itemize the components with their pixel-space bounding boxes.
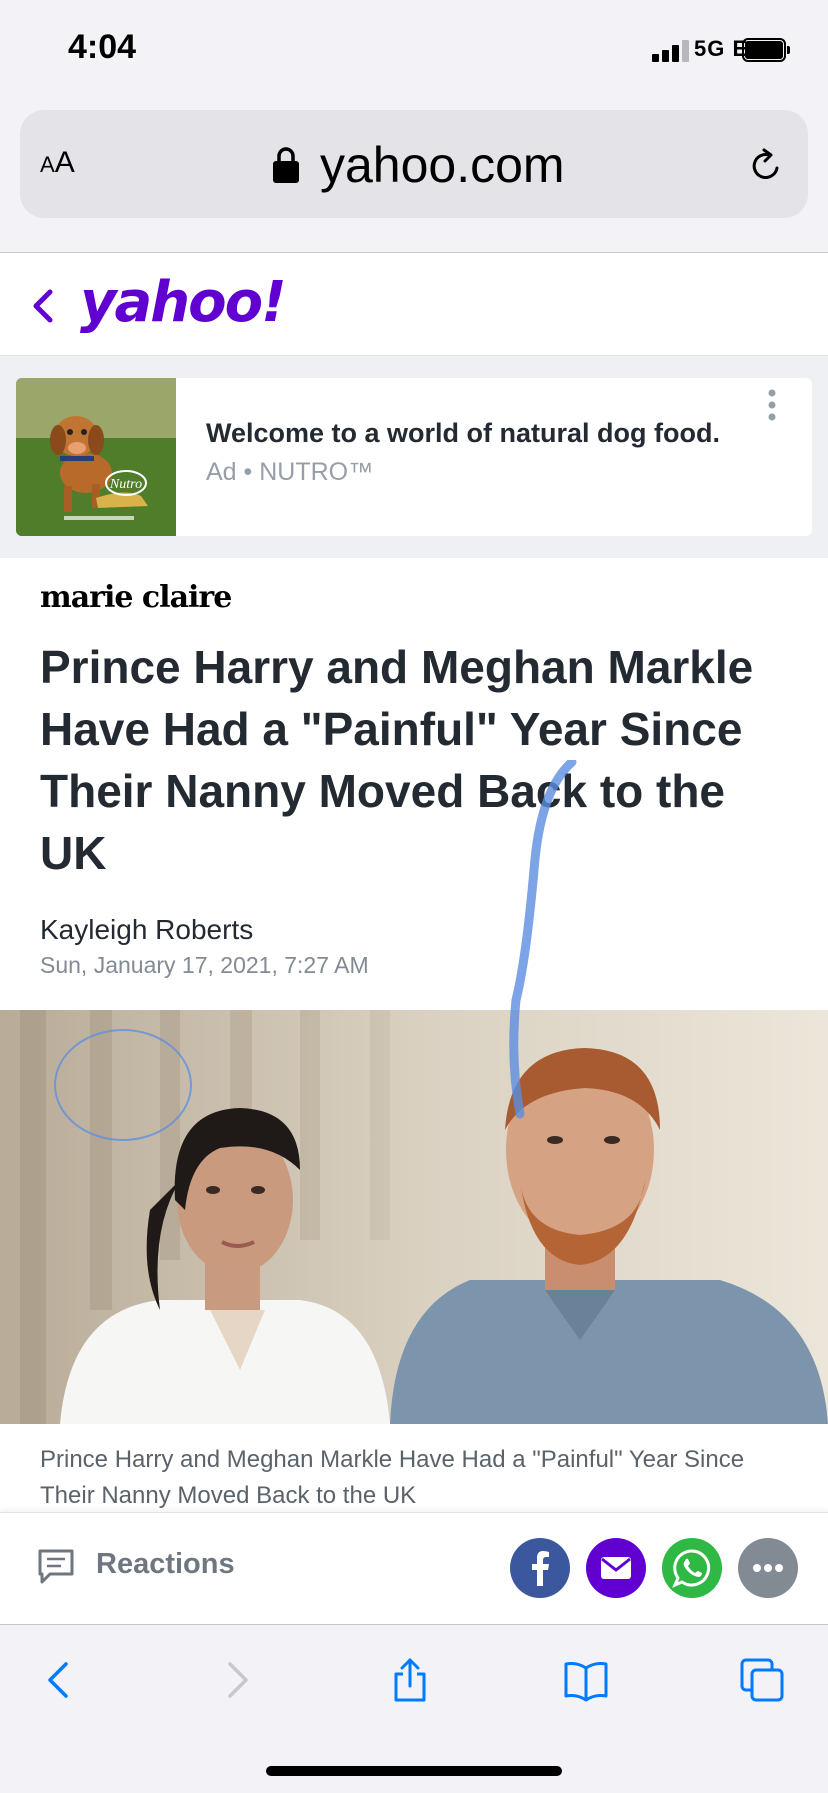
more-icon	[753, 1564, 783, 1572]
reactions-button[interactable]: Reactions	[96, 1548, 235, 1581]
status-time: 4:04	[68, 28, 137, 66]
bookmarks-icon[interactable]	[562, 1656, 610, 1704]
mail-share-button[interactable]	[586, 1538, 646, 1598]
ad-sponsor: Ad • NUTRO™	[206, 458, 374, 486]
article-photo[interactable]	[0, 1010, 828, 1424]
battery-icon	[742, 38, 790, 62]
tabs-icon[interactable]	[738, 1656, 786, 1704]
article-headline: Prince Harry and Meghan Markle Have Had …	[40, 641, 754, 879]
ad-menu-icon[interactable]	[766, 388, 778, 422]
yahoo-logo[interactable]: yahoo!	[80, 270, 287, 335]
whatsapp-share-button[interactable]	[662, 1538, 722, 1598]
back-chevron-icon[interactable]	[30, 286, 56, 326]
facebook-share-button[interactable]	[510, 1538, 570, 1598]
dog-illustration: Nutro	[16, 378, 176, 536]
photo-caption: Prince Harry and Meghan Markle Have Had …	[40, 1446, 745, 1509]
forward-icon[interactable]	[212, 1656, 260, 1704]
ad-dog-image[interactable]: Nutro	[16, 378, 176, 536]
back-icon[interactable]	[36, 1656, 84, 1704]
text-size-large-a: A	[54, 146, 75, 179]
lock-icon	[273, 147, 299, 183]
mail-icon	[601, 1557, 631, 1579]
publisher-logo[interactable]: marie claire	[40, 580, 232, 615]
reload-icon[interactable]	[748, 148, 784, 184]
more-share-button[interactable]	[738, 1538, 798, 1598]
facebook-icon	[532, 1551, 549, 1586]
text-size-small-a: A	[40, 152, 55, 177]
article-date: Sun, January 17, 2021, 7:27 AM	[40, 952, 369, 978]
signal-strength-icon	[652, 38, 692, 62]
comment-icon[interactable]	[36, 1548, 76, 1586]
whatsapp-icon	[672, 1549, 711, 1588]
network-type: 5G E	[694, 36, 749, 61]
home-indicator	[266, 1766, 562, 1776]
article-author: Kayleigh Roberts	[40, 914, 254, 945]
ad-title[interactable]: Welcome to a world of natural dog food.	[206, 418, 720, 449]
photo-illustration	[0, 1010, 828, 1424]
share-icon[interactable]	[386, 1656, 434, 1704]
svg-text:Nutro: Nutro	[109, 477, 142, 492]
text-size-button[interactable]: AA	[40, 146, 75, 180]
url-text[interactable]: yahoo.com	[320, 136, 565, 194]
annotation-stroke	[509, 760, 577, 1119]
